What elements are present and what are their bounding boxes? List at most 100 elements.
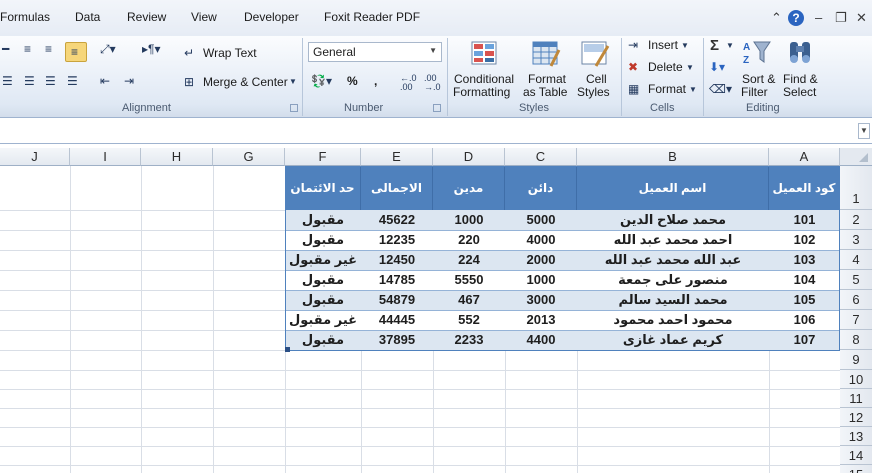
row-header-3[interactable]: 3 [840,230,872,250]
row-header-14[interactable]: 14 [840,446,872,465]
orientation-icon[interactable]: ⤢▾ [100,42,116,56]
cell-name[interactable]: كريم عماد غازى [577,330,769,350]
cell-total[interactable]: 12450 [361,250,433,270]
column-header-h[interactable]: H [141,148,213,166]
cell-code[interactable]: 102 [769,230,840,250]
column-header-d[interactable]: D [433,148,505,166]
restore-icon[interactable]: ❐ [835,11,847,25]
tab-formulas[interactable]: Formulas [0,10,50,24]
align-top-icon[interactable]: ≡ [24,42,31,56]
row-header-4[interactable]: 4 [840,250,872,270]
column-header-b[interactable]: B [577,148,769,166]
table-header-customer-name[interactable]: اسم العميل [577,166,769,210]
table-header-total[interactable]: الاجمالى [361,166,433,210]
cell-debit[interactable]: 1000 [433,210,505,230]
cell-name[interactable]: محمد صلاح الدين [577,210,769,230]
cell-debit[interactable]: 224 [433,250,505,270]
cell-status[interactable]: مقبول [285,330,361,350]
cell-debit[interactable]: 5550 [433,270,505,290]
cell-status[interactable]: مقبول [285,270,361,290]
fill-icon[interactable]: ⬇▾ [709,60,725,74]
expand-formula-bar-icon[interactable]: ▼ [858,123,870,139]
cell-total[interactable]: 54879 [361,290,433,310]
row-header-12[interactable]: 12 [840,408,872,427]
cell-status[interactable]: مقبول [285,230,361,250]
column-header-g[interactable]: G [213,148,285,166]
cell-name[interactable]: منصور على جمعة [577,270,769,290]
tab-review[interactable]: Review [127,10,166,24]
tab-view[interactable]: View [191,10,217,24]
cell-debit[interactable]: 467 [433,290,505,310]
help-icon[interactable]: ? [788,10,804,26]
cell-name[interactable]: محمود احمد محمود [577,310,769,330]
cell-credit[interactable]: 1000 [505,270,577,290]
cell-total[interactable]: 37895 [361,330,433,350]
accounting-format-icon[interactable]: 💱▾ [311,74,332,88]
cell-status[interactable]: غير مقبول [285,250,361,270]
row-header-13[interactable]: 13 [840,427,872,446]
tab-data[interactable]: Data [75,10,100,24]
align-left-text-icon[interactable]: ☰ [24,74,35,88]
formula-bar[interactable]: ▼ [0,118,872,144]
tab-developer[interactable]: Developer [244,10,299,24]
align-middle-icon[interactable]: ≡ [45,42,52,56]
table-header-debit[interactable]: مدين [433,166,505,210]
cell-credit[interactable]: 2013 [505,310,577,330]
percent-style-button[interactable]: % [347,74,358,88]
cell-name[interactable]: احمد محمد عبد الله [577,230,769,250]
close-icon[interactable]: ✕ [856,11,867,25]
increase-decimal-icon[interactable]: ←.0.00 [400,74,417,92]
cell-code[interactable]: 107 [769,330,840,350]
row-header-1[interactable]: 1 [840,166,872,210]
column-header-f[interactable]: F [285,148,361,166]
cell-total[interactable]: 12235 [361,230,433,250]
row-header-9[interactable]: 9 [840,350,872,370]
autosum-icon[interactable]: Σ [710,37,719,54]
column-header-c[interactable]: C [505,148,577,166]
table-resize-handle[interactable] [285,347,290,352]
column-header-a[interactable]: A [769,148,840,166]
chevron-down-icon[interactable]: ▼ [289,75,297,89]
row-header-2[interactable]: 2 [840,210,872,230]
minimize-ribbon-icon[interactable]: ⌃ [771,11,782,25]
select-all-corner[interactable] [840,148,872,166]
column-header-e[interactable]: E [361,148,433,166]
decrease-decimal-icon[interactable]: .00 →.0 [424,74,441,92]
cell-credit[interactable]: 5000 [505,210,577,230]
cell-credit[interactable]: 4000 [505,230,577,250]
row-header-11[interactable]: 11 [840,389,872,408]
cell-debit[interactable]: 2233 [433,330,505,350]
cell-name[interactable]: محمد السيد سالم [577,290,769,310]
table-header-customer-code[interactable]: كود العميل [769,166,840,210]
align-left-icon[interactable]: ☰ [2,74,13,88]
column-header-j[interactable]: J [0,148,70,166]
cell-name[interactable]: عبد الله محمد عبد الله [577,250,769,270]
alignment-dialog-launcher-icon[interactable] [290,104,298,112]
cell-status[interactable]: مقبول [285,210,361,230]
row-header-15[interactable]: 15 [840,465,872,473]
minimize-icon[interactable]: – [815,11,822,25]
cell-code[interactable]: 106 [769,310,840,330]
cell-debit[interactable]: 552 [433,310,505,330]
column-header-i[interactable]: I [70,148,141,166]
text-direction-icon[interactable]: ▸¶▾ [142,42,161,56]
align-center-icon[interactable]: ☰ [45,74,56,88]
cell-credit[interactable]: 4400 [505,330,577,350]
row-header-10[interactable]: 10 [840,370,872,389]
decrease-indent-icon[interactable]: ⇤ [100,74,110,88]
cell-code[interactable]: 105 [769,290,840,310]
row-header-5[interactable]: 5 [840,270,872,290]
row-header-7[interactable]: 7 [840,310,872,330]
cell-debit[interactable]: 220 [433,230,505,250]
align-right-icon[interactable]: ☰ [67,74,78,88]
worksheet-grid[interactable]: J I H G F E D C B A 1 2 3 4 5 6 7 8 9 10… [0,148,872,473]
cell-code[interactable]: 104 [769,270,840,290]
comma-style-button[interactable]: , [374,74,377,88]
table-header-credit-limit[interactable]: حد الائتمان [285,166,361,210]
cell-credit[interactable]: 2000 [505,250,577,270]
align-bottom-button[interactable]: ≡ [65,42,87,62]
tab-foxit-reader-pdf[interactable]: Foxit Reader PDF [324,10,420,24]
cell-credit[interactable]: 3000 [505,290,577,310]
chevron-down-icon[interactable]: ▼ [726,39,734,53]
increase-indent-icon[interactable]: ⇥ [124,74,134,88]
